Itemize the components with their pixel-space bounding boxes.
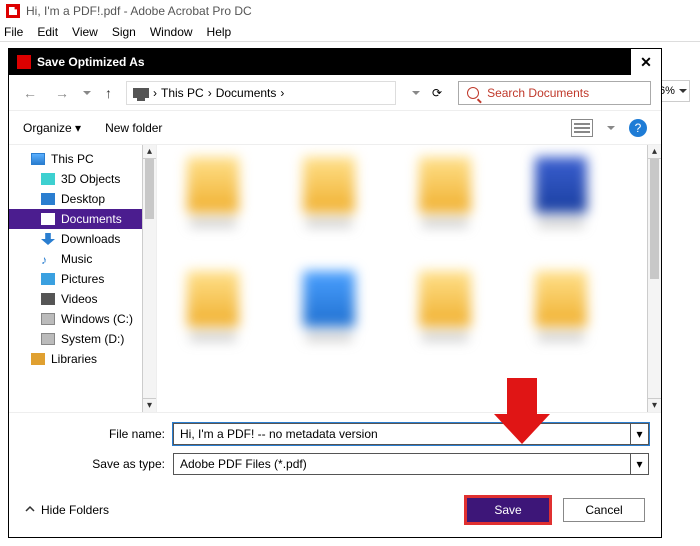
file-list[interactable]: ▴ ▾: [157, 145, 661, 412]
tree-downloads[interactable]: Downloads: [9, 229, 156, 249]
crumb-sep: ›: [280, 86, 284, 100]
content-scrollbar[interactable]: ▴ ▾: [647, 145, 661, 412]
menu-view[interactable]: View: [72, 25, 98, 39]
new-folder-button[interactable]: New folder: [105, 121, 162, 135]
scroll-up-icon[interactable]: ▴: [143, 145, 156, 159]
pdf-icon: [17, 55, 31, 69]
desktop-icon: [41, 193, 55, 205]
videos-icon: [41, 293, 55, 305]
search-placeholder: Search Documents: [487, 86, 589, 100]
search-icon: [467, 87, 479, 99]
tree-desktop[interactable]: Desktop: [9, 189, 156, 209]
tree-drive-c[interactable]: Windows (C:): [9, 309, 156, 329]
crumb-sep: ›: [153, 86, 157, 100]
chevron-down-icon[interactable]: ▾: [630, 454, 648, 474]
tree-pictures[interactable]: Pictures: [9, 269, 156, 289]
filename-label: File name:: [79, 427, 165, 441]
save-dialog: Save Optimized As ✕ ← → ↑ › This PC › Do…: [8, 48, 662, 538]
dialog-footer: Hide Folders Save Cancel: [9, 483, 661, 537]
breadcrumb[interactable]: › This PC › Documents ›: [126, 81, 396, 105]
breadcrumb-dropdown-icon[interactable]: [412, 91, 420, 99]
organize-button[interactable]: Organize ▾: [23, 121, 81, 135]
tree-videos[interactable]: Videos: [9, 289, 156, 309]
scroll-thumb[interactable]: [650, 159, 659, 279]
hide-folders-button[interactable]: Hide Folders: [25, 503, 109, 517]
toolbar: Organize ▾ New folder ?: [9, 111, 661, 145]
3d-objects-icon: [41, 173, 55, 185]
forward-button[interactable]: →: [51, 85, 73, 101]
scroll-thumb[interactable]: [145, 159, 154, 219]
tree-drive-d[interactable]: System (D:): [9, 329, 156, 349]
scroll-up-icon[interactable]: ▴: [648, 145, 661, 159]
drive-icon: [41, 313, 55, 325]
menu-edit[interactable]: Edit: [37, 25, 58, 39]
view-mode-button[interactable]: [571, 119, 593, 137]
chevron-down-icon[interactable]: ▾: [630, 424, 648, 444]
refresh-button[interactable]: ⟳: [432, 86, 442, 100]
view-dropdown-icon[interactable]: [607, 126, 615, 134]
pc-icon: [31, 153, 45, 165]
cancel-button[interactable]: Cancel: [563, 498, 645, 522]
scroll-down-icon[interactable]: ▾: [648, 398, 661, 412]
pictures-icon: [41, 273, 55, 285]
tree-scrollbar[interactable]: ▴ ▾: [142, 145, 156, 412]
documents-icon: [41, 213, 55, 225]
app-titlebar: Hi, I'm a PDF!.pdf - Adobe Acrobat Pro D…: [0, 0, 700, 22]
drive-icon: [41, 333, 55, 345]
dialog-body: This PC 3D Objects Desktop Documents Dow…: [9, 145, 661, 413]
crumb-documents[interactable]: Documents: [216, 86, 277, 100]
menu-window[interactable]: Window: [150, 25, 193, 39]
filename-input[interactable]: [180, 427, 642, 441]
save-button[interactable]: Save: [467, 498, 549, 522]
blurred-thumbnails: [175, 153, 643, 404]
save-fields: File name: ▾ Save as type: Adobe PDF Fil…: [9, 413, 661, 483]
app-title: Hi, I'm a PDF!.pdf - Adobe Acrobat Pro D…: [26, 4, 252, 18]
downloads-icon: [41, 233, 55, 245]
dialog-title: Save Optimized As: [37, 55, 625, 69]
pc-icon: [133, 88, 149, 98]
crumb-sep: ›: [208, 86, 212, 100]
scroll-down-icon[interactable]: ▾: [143, 398, 156, 412]
libraries-icon: [31, 353, 45, 365]
pdf-icon: [6, 4, 20, 18]
filename-combo[interactable]: ▾: [173, 423, 649, 445]
tree-music[interactable]: ♪Music: [9, 249, 156, 269]
dialog-titlebar: Save Optimized As ✕: [9, 49, 661, 75]
menu-help[interactable]: Help: [207, 25, 232, 39]
music-icon: ♪: [41, 253, 55, 265]
savetype-label: Save as type:: [79, 457, 165, 471]
tree-documents[interactable]: Documents: [9, 209, 156, 229]
menubar: File Edit View Sign Window Help: [0, 22, 700, 42]
savetype-value: Adobe PDF Files (*.pdf): [180, 457, 642, 471]
tree-this-pc[interactable]: This PC: [9, 149, 156, 169]
back-button[interactable]: ←: [19, 85, 41, 101]
chevron-up-icon: [25, 503, 35, 517]
up-button[interactable]: ↑: [101, 85, 116, 101]
savetype-combo[interactable]: Adobe PDF Files (*.pdf) ▾: [173, 453, 649, 475]
folder-tree: This PC 3D Objects Desktop Documents Dow…: [9, 145, 157, 412]
help-icon[interactable]: ?: [629, 119, 647, 137]
nav-row: ← → ↑ › This PC › Documents › ⟳ Search D…: [9, 75, 661, 111]
menu-sign[interactable]: Sign: [112, 25, 136, 39]
tree-libraries[interactable]: Libraries: [9, 349, 156, 369]
crumb-this-pc[interactable]: This PC: [161, 86, 204, 100]
history-dropdown-icon[interactable]: [83, 91, 91, 99]
tree-3d-objects[interactable]: 3D Objects: [9, 169, 156, 189]
search-box[interactable]: Search Documents: [458, 81, 651, 105]
menu-file[interactable]: File: [4, 25, 23, 39]
close-button[interactable]: ✕: [631, 49, 661, 75]
